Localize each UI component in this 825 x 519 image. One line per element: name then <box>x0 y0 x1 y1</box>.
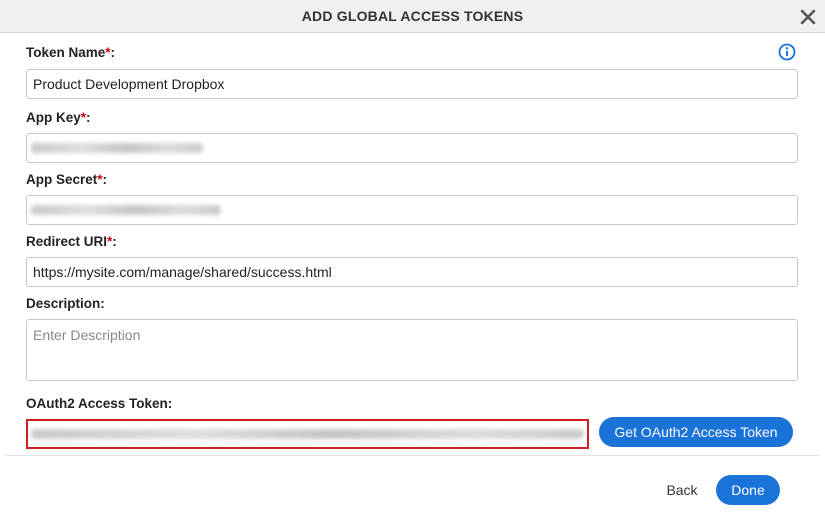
dialog-header: ADD GLOBAL ACCESS TOKENS <box>0 0 825 33</box>
app-secret-input[interactable] <box>26 195 798 225</box>
oauth-token-label: OAuth2 Access Token: <box>26 396 173 411</box>
app-key-label: App Key*: <box>26 110 91 125</box>
token-name-label: Token Name*: <box>26 45 116 60</box>
done-button[interactable]: Done <box>716 475 780 505</box>
close-icon[interactable] <box>799 8 817 26</box>
redacted-app-key <box>31 143 203 153</box>
redirect-uri-input[interactable] <box>26 257 798 287</box>
get-oauth-token-button[interactable]: Get OAuth2 Access Token <box>599 417 793 447</box>
redacted-oauth-token <box>31 429 584 439</box>
description-textarea[interactable] <box>26 319 798 381</box>
redacted-app-secret <box>31 205 221 215</box>
redirect-uri-label: Redirect URI*: <box>26 234 117 249</box>
description-label: Description: <box>26 296 105 311</box>
dialog-title: ADD GLOBAL ACCESS TOKENS <box>301 8 524 24</box>
app-secret-label: App Secret*: <box>26 172 108 187</box>
oauth-token-input[interactable] <box>26 419 589 449</box>
token-name-input[interactable] <box>26 69 798 99</box>
app-key-input[interactable] <box>26 133 798 163</box>
info-icon[interactable] <box>778 43 796 61</box>
back-button[interactable]: Back <box>658 475 706 505</box>
footer-divider <box>6 455 819 456</box>
